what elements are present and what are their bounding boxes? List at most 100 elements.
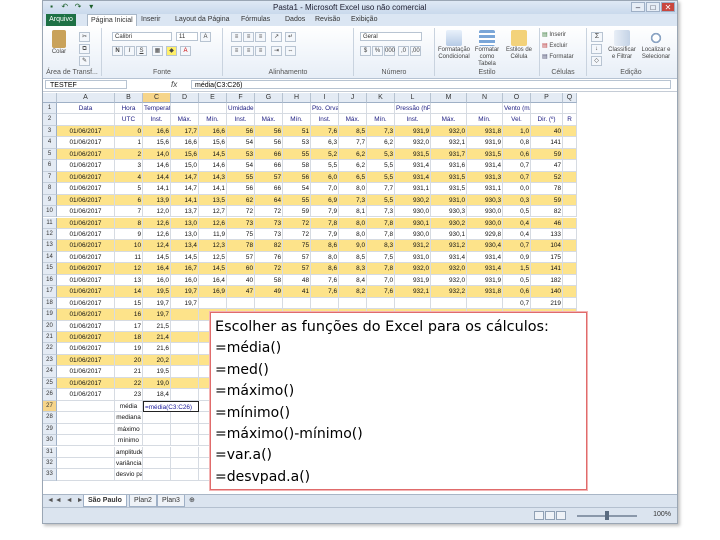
data-cell[interactable]: 12,4	[143, 240, 171, 252]
column-title[interactable]: Pressão (hPa)	[395, 103, 431, 115]
currency-icon[interactable]: $	[360, 46, 371, 56]
data-cell[interactable]: 40	[531, 125, 563, 138]
data-cell[interactable]: 46	[531, 217, 563, 229]
data-cell[interactable]: 8,2	[339, 286, 367, 298]
data-cell[interactable]: 932,2	[431, 286, 467, 298]
minimize-button[interactable]: –	[631, 2, 645, 12]
data-cell[interactable]: 62	[227, 194, 255, 207]
data-cell[interactable]: 12,0	[143, 206, 171, 218]
column-header-d[interactable]: D	[171, 93, 199, 103]
zoom-level[interactable]: 100%	[653, 511, 671, 518]
redo-icon[interactable]: ↷	[73, 2, 82, 11]
row-header[interactable]: 11	[43, 217, 57, 229]
data-cell[interactable]: 930,0	[395, 228, 431, 241]
data-cell[interactable]: 12,3	[199, 240, 227, 252]
grid-cell[interactable]	[171, 103, 199, 115]
fill-icon[interactable]: ↓	[591, 44, 602, 54]
grid-cell[interactable]	[283, 103, 311, 115]
data-cell[interactable]: 141	[531, 137, 563, 149]
row-header[interactable]: 25	[43, 377, 57, 390]
data-cell[interactable]: 16,6	[171, 137, 199, 149]
row-header[interactable]: 33	[43, 469, 57, 481]
date-cell[interactable]: 01/06/2017	[57, 274, 115, 287]
row-header[interactable]: 14	[43, 251, 57, 264]
data-cell[interactable]: 5,5	[367, 171, 395, 184]
data-cell[interactable]: 41	[283, 286, 311, 298]
data-cell[interactable]: 14,1	[199, 183, 227, 195]
data-cell[interactable]: 72	[255, 206, 283, 218]
data-cell[interactable]: 14,4	[143, 171, 171, 184]
grid-cell[interactable]	[171, 469, 199, 481]
data-cell[interactable]: 53	[283, 137, 311, 149]
data-cell[interactable]: 930,2	[395, 194, 431, 207]
data-cell[interactable]: 14,3	[199, 171, 227, 184]
column-title[interactable]: Umidade (%)	[227, 103, 255, 115]
row-header[interactable]: 32	[43, 457, 57, 470]
stat-label-cell[interactable]: mediana	[115, 412, 143, 424]
data-cell[interactable]: 6,2	[339, 148, 367, 161]
row-header[interactable]: 9	[43, 194, 57, 207]
data-cell[interactable]: 8	[115, 217, 143, 229]
grid-cell[interactable]	[57, 469, 115, 481]
data-cell[interactable]	[563, 137, 577, 149]
data-cell[interactable]	[395, 297, 431, 310]
data-cell[interactable]: 7,9	[311, 228, 339, 241]
data-cell[interactable]: 1,5	[503, 263, 531, 275]
data-cell[interactable]: 8,0	[339, 183, 367, 195]
data-cell[interactable]: 932,0	[395, 137, 431, 149]
data-cell[interactable]	[563, 171, 577, 184]
data-cell[interactable]: 12	[115, 263, 143, 275]
data-cell[interactable]: 54	[283, 183, 311, 195]
data-cell[interactable]: 13,0	[171, 217, 199, 229]
font-name-combo[interactable]: Calibri	[112, 32, 172, 41]
column-header-o[interactable]: O	[503, 93, 531, 103]
customize-icon[interactable]: ▾	[87, 2, 96, 11]
data-cell[interactable]: 47	[227, 286, 255, 298]
data-cell[interactable]	[563, 217, 577, 229]
data-cell[interactable]: 57	[227, 251, 255, 264]
data-cell[interactable]: 7,3	[367, 206, 395, 218]
data-cell[interactable]: 19,7	[171, 286, 199, 298]
data-cell[interactable]: 23	[115, 389, 143, 401]
data-cell[interactable]: 6,9	[311, 194, 339, 207]
data-cell[interactable]: 140	[531, 286, 563, 298]
tab-layout[interactable]: Layout da Página	[175, 16, 230, 23]
data-cell[interactable]: 8,0	[311, 251, 339, 264]
save-icon[interactable]: ▪	[47, 2, 56, 11]
date-cell[interactable]: 01/06/2017	[57, 389, 115, 401]
data-cell[interactable]: 0,7	[503, 240, 531, 252]
row-header[interactable]: 3	[43, 125, 57, 138]
data-cell[interactable]: 16,0	[171, 274, 199, 287]
grid-cell[interactable]	[171, 435, 199, 447]
data-cell[interactable]: 22	[115, 377, 143, 390]
grid-cell[interactable]	[531, 103, 563, 115]
data-cell[interactable]	[563, 160, 577, 172]
insert-button[interactable]: ▤ Inserir	[542, 32, 582, 39]
data-cell[interactable]: 56	[227, 125, 255, 138]
column-header-a[interactable]: A	[57, 93, 115, 103]
data-cell[interactable]: 0,6	[503, 148, 531, 161]
data-cell[interactable]: 76	[255, 251, 283, 264]
data-cell[interactable]: 11,9	[199, 228, 227, 241]
data-cell[interactable]: 9,0	[339, 240, 367, 252]
data-cell[interactable]: 1,0	[503, 125, 531, 138]
data-cell[interactable]: 7,3	[339, 194, 367, 207]
data-cell[interactable]	[311, 297, 339, 310]
merge-icon[interactable]: ⇔	[285, 46, 296, 56]
data-cell[interactable]: 14,7	[171, 171, 199, 184]
data-cell[interactable]: 21,4	[143, 332, 171, 344]
data-cell[interactable]	[563, 274, 577, 287]
data-cell[interactable]: 0,6	[503, 286, 531, 298]
orientation-icon[interactable]: ↗	[271, 32, 282, 42]
align-bottom-icon[interactable]: ≡	[255, 32, 266, 42]
data-cell[interactable]: 66	[255, 160, 283, 172]
tab-revisao[interactable]: Revisão	[315, 16, 340, 23]
data-cell[interactable]: 6,3	[311, 137, 339, 149]
date-cell[interactable]: 01/06/2017	[57, 206, 115, 218]
name-box[interactable]: TESTEF	[45, 80, 127, 89]
grid-cell[interactable]	[171, 446, 199, 458]
data-cell[interactable]: 7,0	[311, 183, 339, 195]
tab-arquivo[interactable]: Arquivo	[46, 14, 76, 26]
data-cell[interactable]: 932,0	[431, 263, 467, 275]
data-cell[interactable]: 54	[227, 160, 255, 172]
